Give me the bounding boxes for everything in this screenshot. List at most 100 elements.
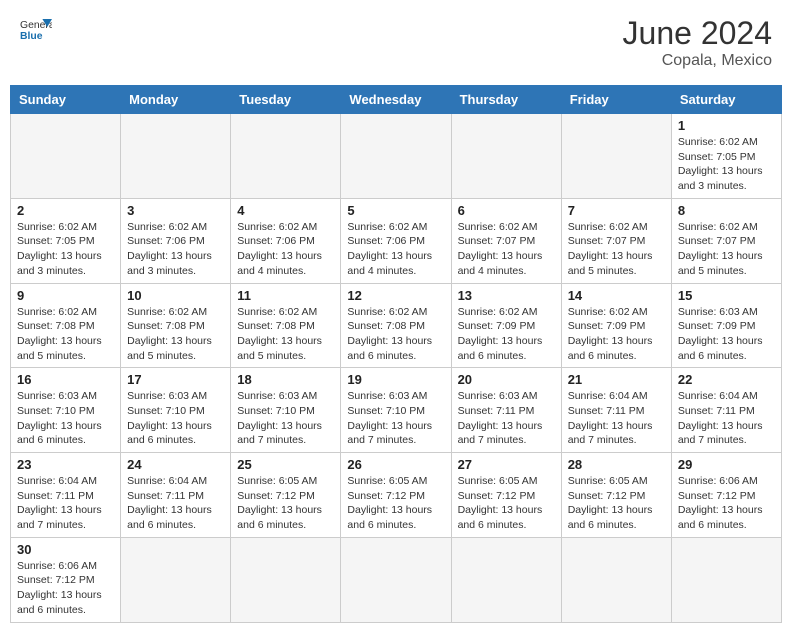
day-info: Sunrise: 6:03 AMSunset: 7:10 PMDaylight:… xyxy=(237,389,334,448)
day-number: 3 xyxy=(127,203,224,218)
day-number: 4 xyxy=(237,203,334,218)
calendar-day-cell: 9Sunrise: 6:02 AMSunset: 7:08 PMDaylight… xyxy=(11,283,121,368)
calendar-day-cell: 13 Sunrise: 6:02 AMSunset: 7:09 PMDayligh… xyxy=(451,283,561,368)
day-info: Sunrise: 6:03 AMSunset: 7:11 PMDaylight:… xyxy=(458,389,555,448)
calendar-day-cell: 22Sunrise: 6:04 AMSunset: 7:11 PMDayligh… xyxy=(671,368,781,453)
calendar-day-cell: 2 Sunrise: 6:02 AMSunset: 7:05 PMDaylight… xyxy=(11,198,121,283)
calendar-header-row: SundayMondayTuesdayWednesdayThursdayFrid… xyxy=(11,86,782,114)
day-number: 2 xyxy=(17,203,114,218)
calendar-day-cell: 26Sunrise: 6:05 AMSunset: 7:12 PMDayligh… xyxy=(341,453,451,538)
weekday-header-sunday: Sunday xyxy=(11,86,121,114)
calendar-day-cell xyxy=(231,114,341,199)
calendar-table: SundayMondayTuesdayWednesdayThursdayFrid… xyxy=(10,85,782,623)
logo: General Blue xyxy=(20,15,52,47)
day-info: Sunrise: 6:02 AMSunset: 7:06 PMDaylight:… xyxy=(127,220,224,279)
day-info: Sunrise: 6:05 AMSunset: 7:12 PMDaylight:… xyxy=(347,474,444,533)
day-info: Sunrise: 6:02 AMSunset: 7:08 PMDaylight:… xyxy=(237,305,334,364)
calendar-day-cell xyxy=(561,537,671,622)
calendar-week-row: 23 Sunrise: 6:04 AMSunset: 7:11 PMDayligh… xyxy=(11,453,782,538)
calendar-day-cell xyxy=(671,537,781,622)
day-info: Sunrise: 6:02 AMSunset: 7:09 PMDaylight:… xyxy=(568,305,665,364)
calendar-day-cell: 25Sunrise: 6:05 AMSunset: 7:12 PMDayligh… xyxy=(231,453,341,538)
day-number: 12 xyxy=(347,288,444,303)
day-info: Sunrise: 6:02 AMSunset: 7:08 PMDaylight:… xyxy=(347,305,444,364)
calendar-day-cell: 17 Sunrise: 6:03 AMSunset: 7:10 PMDayligh… xyxy=(121,368,231,453)
day-number: 22 xyxy=(678,372,775,387)
calendar-day-cell xyxy=(451,537,561,622)
calendar-day-cell xyxy=(341,537,451,622)
day-number: 19 xyxy=(347,372,444,387)
calendar-day-cell: 30 Sunrise: 6:06 AMSunset: 7:12 PMDayligh… xyxy=(11,537,121,622)
day-info: Sunrise: 6:02 AMSunset: 7:08 PMDaylight:… xyxy=(17,305,114,364)
calendar-day-cell: 11Sunrise: 6:02 AMSunset: 7:08 PMDayligh… xyxy=(231,283,341,368)
calendar-day-cell: 10 Sunrise: 6:02 AMSunset: 7:08 PMDayligh… xyxy=(121,283,231,368)
day-info: Sunrise: 6:04 AMSunset: 7:11 PMDaylight:… xyxy=(568,389,665,448)
calendar-day-cell: 20 Sunrise: 6:03 AMSunset: 7:11 PMDayligh… xyxy=(451,368,561,453)
day-info: Sunrise: 6:05 AMSunset: 7:12 PMDaylight:… xyxy=(458,474,555,533)
day-info: Sunrise: 6:03 AMSunset: 7:09 PMDaylight:… xyxy=(678,305,775,364)
day-number: 27 xyxy=(458,457,555,472)
calendar-day-cell: 16Sunrise: 6:03 AMSunset: 7:10 PMDayligh… xyxy=(11,368,121,453)
calendar-day-cell: 14 Sunrise: 6:02 AMSunset: 7:09 PMDayligh… xyxy=(561,283,671,368)
day-number: 14 xyxy=(568,288,665,303)
calendar-day-cell: 15 Sunrise: 6:03 AMSunset: 7:09 PMDayligh… xyxy=(671,283,781,368)
calendar-day-cell: 24 Sunrise: 6:04 AMSunset: 7:11 PMDayligh… xyxy=(121,453,231,538)
calendar-week-row: 1Sunrise: 6:02 AMSunset: 7:05 PMDaylight… xyxy=(11,114,782,199)
calendar-day-cell: 8Sunrise: 6:02 AMSunset: 7:07 PMDaylight… xyxy=(671,198,781,283)
day-info: Sunrise: 6:02 AMSunset: 7:09 PMDaylight:… xyxy=(458,305,555,364)
day-number: 13 xyxy=(458,288,555,303)
calendar-week-row: 16Sunrise: 6:03 AMSunset: 7:10 PMDayligh… xyxy=(11,368,782,453)
day-info: Sunrise: 6:04 AMSunset: 7:11 PMDaylight:… xyxy=(17,474,114,533)
day-number: 5 xyxy=(347,203,444,218)
day-info: Sunrise: 6:04 AMSunset: 7:11 PMDaylight:… xyxy=(127,474,224,533)
calendar-day-cell: 6 Sunrise: 6:02 AMSunset: 7:07 PMDaylight… xyxy=(451,198,561,283)
day-info: Sunrise: 6:03 AMSunset: 7:10 PMDaylight:… xyxy=(17,389,114,448)
day-number: 15 xyxy=(678,288,775,303)
calendar-day-cell xyxy=(11,114,121,199)
day-number: 20 xyxy=(458,372,555,387)
calendar-day-cell: 1Sunrise: 6:02 AMSunset: 7:05 PMDaylight… xyxy=(671,114,781,199)
weekday-header-tuesday: Tuesday xyxy=(231,86,341,114)
day-number: 7 xyxy=(568,203,665,218)
day-info: Sunrise: 6:03 AMSunset: 7:10 PMDaylight:… xyxy=(127,389,224,448)
page-header: General Blue June 2024 Copala, Mexico xyxy=(10,10,782,75)
weekday-header-monday: Monday xyxy=(121,86,231,114)
day-info: Sunrise: 6:03 AMSunset: 7:10 PMDaylight:… xyxy=(347,389,444,448)
day-number: 10 xyxy=(127,288,224,303)
calendar-day-cell: 21Sunrise: 6:04 AMSunset: 7:11 PMDayligh… xyxy=(561,368,671,453)
calendar-day-cell xyxy=(451,114,561,199)
calendar-day-cell: 4 Sunrise: 6:02 AMSunset: 7:06 PMDaylight… xyxy=(231,198,341,283)
day-info: Sunrise: 6:06 AMSunset: 7:12 PMDaylight:… xyxy=(17,559,114,618)
day-info: Sunrise: 6:02 AMSunset: 7:05 PMDaylight:… xyxy=(17,220,114,279)
weekday-header-thursday: Thursday xyxy=(451,86,561,114)
calendar-day-cell xyxy=(121,114,231,199)
day-number: 17 xyxy=(127,372,224,387)
calendar-week-row: 2 Sunrise: 6:02 AMSunset: 7:05 PMDaylight… xyxy=(11,198,782,283)
calendar-day-cell xyxy=(231,537,341,622)
calendar-day-cell: 7 Sunrise: 6:02 AMSunset: 7:07 PMDaylight… xyxy=(561,198,671,283)
calendar-day-cell xyxy=(121,537,231,622)
day-info: Sunrise: 6:02 AMSunset: 7:07 PMDaylight:… xyxy=(568,220,665,279)
calendar-day-cell: 3 Sunrise: 6:02 AMSunset: 7:06 PMDaylight… xyxy=(121,198,231,283)
day-number: 8 xyxy=(678,203,775,218)
day-info: Sunrise: 6:02 AMSunset: 7:05 PMDaylight:… xyxy=(678,135,775,194)
calendar-day-cell: 18Sunrise: 6:03 AMSunset: 7:10 PMDayligh… xyxy=(231,368,341,453)
calendar-week-row: 30 Sunrise: 6:06 AMSunset: 7:12 PMDayligh… xyxy=(11,537,782,622)
day-info: Sunrise: 6:05 AMSunset: 7:12 PMDaylight:… xyxy=(237,474,334,533)
svg-text:Blue: Blue xyxy=(20,31,43,42)
day-number: 30 xyxy=(17,542,114,557)
calendar-day-cell: 5Sunrise: 6:02 AMSunset: 7:06 PMDaylight… xyxy=(341,198,451,283)
day-info: Sunrise: 6:02 AMSunset: 7:06 PMDaylight:… xyxy=(237,220,334,279)
day-info: Sunrise: 6:02 AMSunset: 7:08 PMDaylight:… xyxy=(127,305,224,364)
day-info: Sunrise: 6:02 AMSunset: 7:07 PMDaylight:… xyxy=(458,220,555,279)
day-number: 6 xyxy=(458,203,555,218)
day-number: 29 xyxy=(678,457,775,472)
weekday-header-saturday: Saturday xyxy=(671,86,781,114)
day-number: 23 xyxy=(17,457,114,472)
day-number: 24 xyxy=(127,457,224,472)
calendar-day-cell: 23 Sunrise: 6:04 AMSunset: 7:11 PMDayligh… xyxy=(11,453,121,538)
logo-icon: General Blue xyxy=(20,15,52,47)
calendar-day-cell xyxy=(341,114,451,199)
calendar-day-cell: 29 Sunrise: 6:06 AMSunset: 7:12 PMDayligh… xyxy=(671,453,781,538)
day-info: Sunrise: 6:06 AMSunset: 7:12 PMDaylight:… xyxy=(678,474,775,533)
